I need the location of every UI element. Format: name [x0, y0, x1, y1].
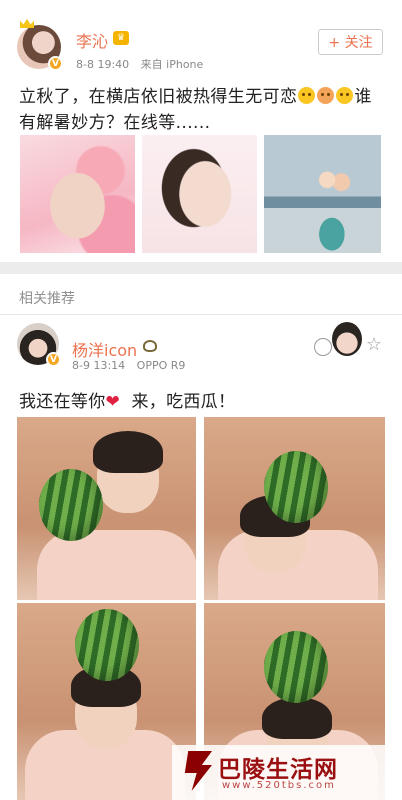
card-decoration-sticker: ☆ — [312, 320, 384, 362]
site-logo-icon — [184, 751, 212, 791]
sweat-emoji-icon — [317, 87, 335, 104]
sticker-face — [332, 322, 362, 356]
heart-icon: ❤ — [105, 392, 121, 412]
post-image-2[interactable] — [142, 135, 257, 253]
post-2-source: OPPO R9 — [136, 359, 186, 372]
watermark-url: www.520tbs.com — [222, 780, 336, 791]
verified-badge-icon: V — [46, 352, 61, 367]
post-2-meta: 8-9 13:14 OPPO R9 — [72, 359, 193, 372]
post-image-3[interactable] — [264, 135, 381, 253]
member-icon — [143, 340, 157, 352]
post-source: 来自 iPhone — [140, 58, 204, 71]
avatar[interactable]: V — [17, 19, 63, 71]
username-2[interactable]: 杨洋icon — [72, 337, 137, 361]
follow-button[interactable]: + 关注 — [318, 29, 383, 55]
post-image-1[interactable] — [20, 135, 135, 253]
post-2-text: 我还在等你❤ 来，吃西瓜！ — [19, 387, 235, 412]
smile-emoji-icon — [298, 87, 316, 104]
related-recommend-label: 相关推荐 — [19, 291, 75, 307]
divider-line — [0, 314, 402, 315]
username[interactable]: 李沁 — [76, 28, 108, 52]
post-2-text-part1: 我还在等你 — [19, 392, 106, 412]
post-meta: 8-8 19:40 来自 iPhone — [76, 56, 211, 72]
avatar-2[interactable]: V — [17, 323, 61, 367]
verified-badge-icon: V — [48, 56, 63, 71]
grid-image-3[interactable] — [17, 603, 196, 800]
weibo-post-1: V 李沁 ♛ 8-8 19:40 来自 iPhone + 关注 立秋了，在横店依… — [0, 0, 402, 262]
post-text: 立秋了，在横店依旧被热得生无可恋 谁有解暑妙方？在线等...... — [19, 84, 381, 136]
member-crown-icon: ♛ — [113, 31, 129, 45]
crown-icon — [20, 19, 34, 28]
post-2-text-part2: 来，吃西瓜！ — [131, 392, 236, 412]
bubble-icon — [314, 338, 332, 356]
section-divider — [0, 262, 402, 274]
awkward-emoji-icon — [336, 87, 354, 104]
post-2-time: 8-9 13:14 — [72, 359, 126, 372]
site-watermark: 巴陵生活网 www.520tbs.com — [172, 745, 402, 800]
post-text-part1: 立秋了，在横店依旧被热得生无可恋 — [19, 87, 298, 107]
star-icon: ☆ — [365, 334, 382, 355]
watermark-text: 巴陵生活网 — [218, 757, 338, 783]
post-2-image-grid — [17, 417, 385, 800]
grid-image-1[interactable] — [17, 417, 196, 600]
post-time: 8-8 19:40 — [76, 58, 130, 71]
grid-image-2[interactable] — [204, 417, 385, 600]
